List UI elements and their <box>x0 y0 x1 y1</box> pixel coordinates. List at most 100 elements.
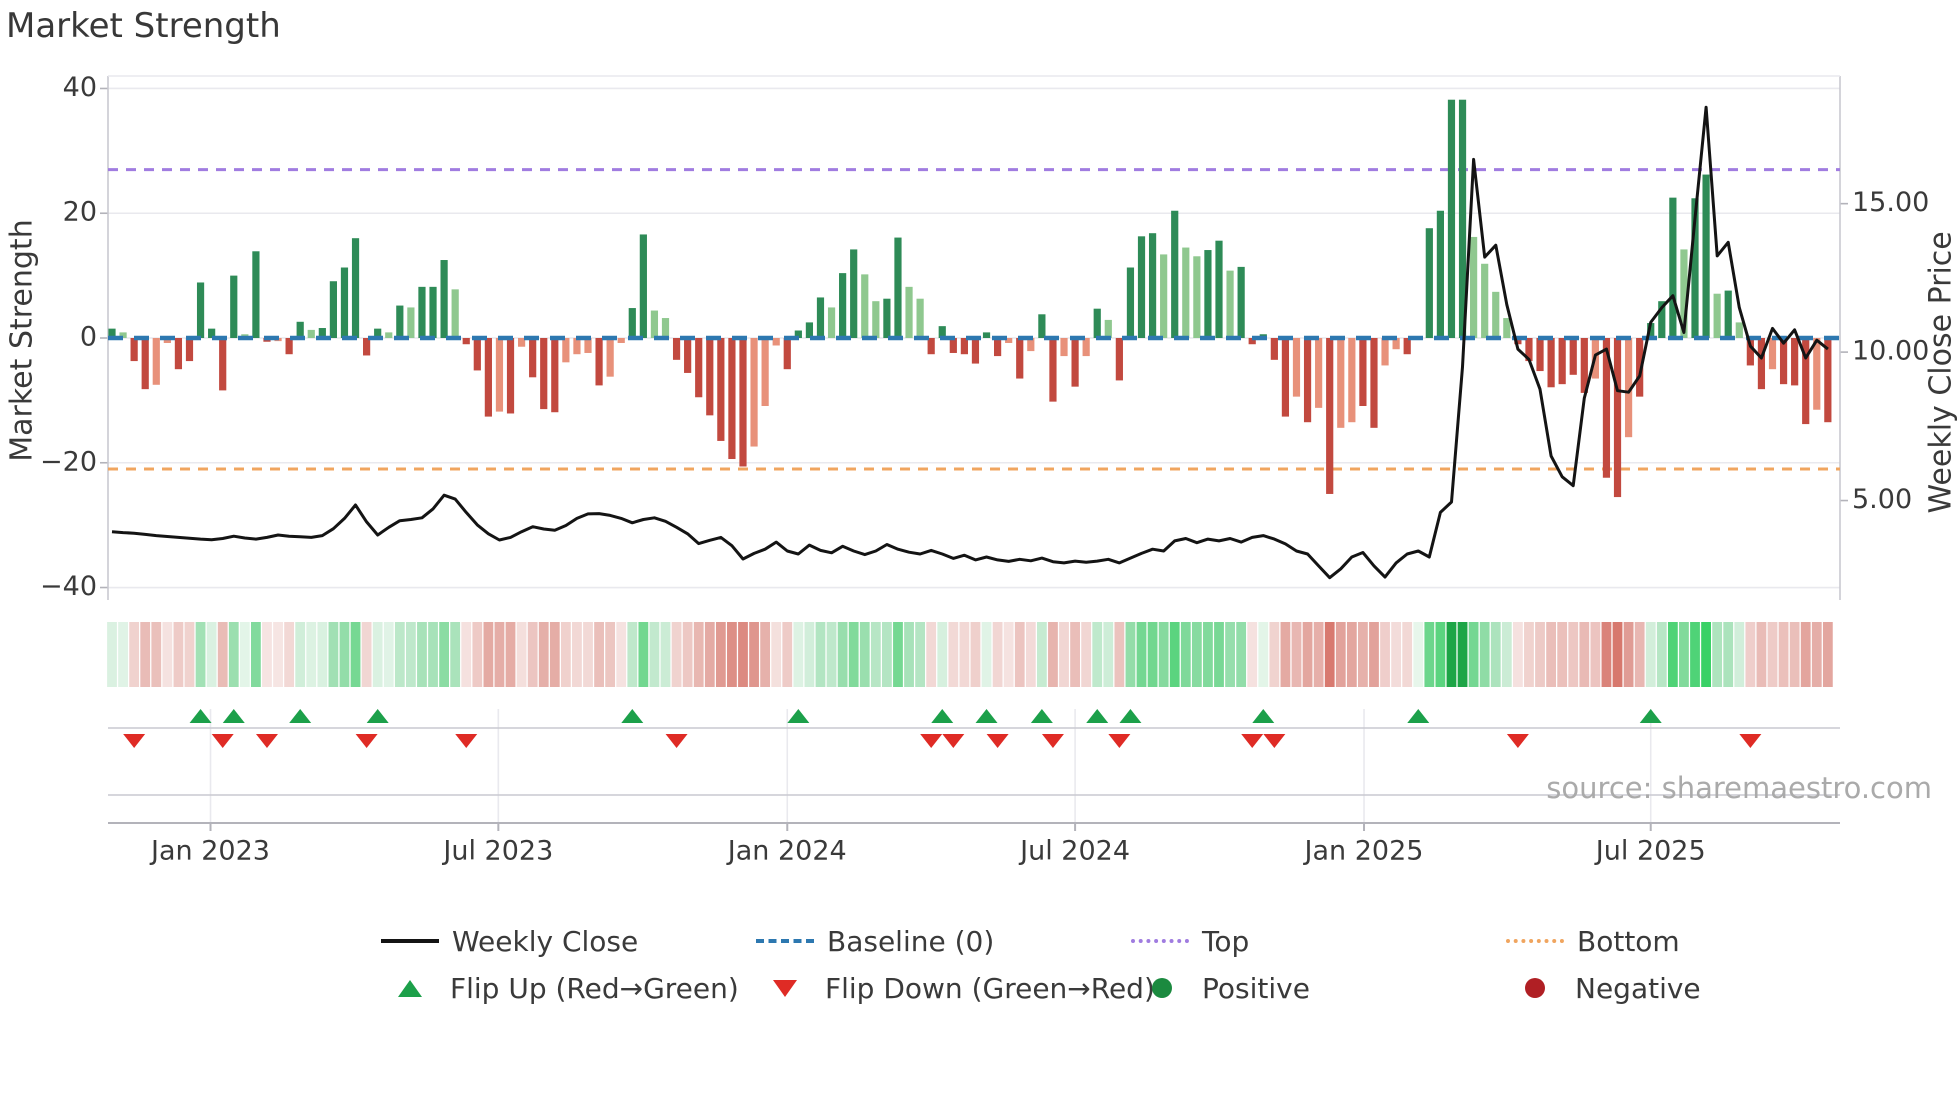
heatmap-cell <box>1358 622 1368 687</box>
strength-bar-positive <box>1182 247 1190 338</box>
heatmap-cell <box>1003 622 1014 687</box>
heatmap-cell <box>184 622 195 687</box>
strength-bar-negative <box>1613 338 1622 498</box>
flip-up-marker <box>189 709 212 723</box>
heatmap-cell <box>1767 622 1778 687</box>
source-note: source: sharemaestro.com <box>1546 771 1932 805</box>
legend-label: Top <box>1202 924 1250 958</box>
left-axis-label: Market Strength <box>4 219 40 462</box>
heatmap-cell <box>1081 622 1092 687</box>
heatmap-cell <box>627 622 638 687</box>
heatmap-cell <box>317 622 328 687</box>
heatmap-cell <box>1402 622 1413 687</box>
top-line-swatch-icon <box>1131 939 1189 943</box>
strength-bar-negative <box>1824 338 1832 423</box>
strength-bar-positive <box>307 329 315 338</box>
heatmap-cell <box>1324 622 1335 687</box>
strength-bar-negative <box>1082 338 1090 357</box>
heatmap-cell <box>649 622 660 687</box>
x-tick-label: Jul 2025 <box>1594 836 1706 867</box>
strength-bar-positive <box>982 332 991 338</box>
strength-bar-negative <box>462 338 470 345</box>
flip-down-marker <box>211 734 234 748</box>
strength-bar-negative <box>1791 338 1799 386</box>
strength-bar-negative <box>1569 338 1577 375</box>
flip-up-marker <box>975 709 998 723</box>
strength-bar-positive <box>850 249 858 338</box>
heatmap-cell <box>671 622 682 687</box>
strength-bar-negative <box>285 338 293 355</box>
heatmap-cell <box>1568 622 1579 687</box>
flip-up-marker <box>1252 709 1275 723</box>
heatmap-cell <box>173 622 184 687</box>
strength-bar-positive <box>1447 99 1456 338</box>
heatmap-cell <box>1424 622 1435 687</box>
flip-down-triangle-icon <box>773 979 797 997</box>
strength-bar-negative <box>506 338 515 414</box>
right-tick-label: 15.00 <box>1852 187 1929 218</box>
strength-bar-positive <box>407 307 415 338</box>
heatmap-cell <box>1690 622 1700 687</box>
strength-bar-negative <box>606 338 614 377</box>
strength-bar-negative <box>927 338 935 355</box>
heatmap-cell <box>915 622 926 687</box>
strength-bar-negative <box>573 338 581 355</box>
strength-bar-positive <box>1669 197 1677 338</box>
heatmap-cell <box>1380 622 1390 687</box>
heatmap-cell <box>450 622 461 687</box>
strength-bar-negative <box>1558 338 1566 385</box>
heatmap-cell <box>848 622 859 687</box>
heatmap-cell <box>217 622 228 687</box>
heatmap-cell <box>1180 622 1191 687</box>
legend-item-positive: Positive <box>1152 972 1310 1005</box>
heatmap-cell <box>1125 622 1136 687</box>
heatmap-cell <box>760 622 771 687</box>
heatmap-cell <box>118 622 128 687</box>
strength-bar-positive <box>429 286 437 338</box>
legend-item-negative: Negative <box>1525 971 1701 1005</box>
heatmap-cell <box>1667 622 1678 687</box>
strength-bar-negative <box>617 338 625 343</box>
legend-label: Negative <box>1575 971 1701 1005</box>
heatmap-cell <box>1557 622 1568 687</box>
page-title: Market Strength <box>6 6 281 46</box>
heatmap-cell <box>1169 622 1180 687</box>
legend-item-top: Top <box>1131 924 1250 958</box>
heatmap-cell <box>372 622 383 687</box>
strength-bar-negative <box>1536 338 1544 372</box>
strength-bar-positive <box>418 286 426 338</box>
strength-bar-positive <box>661 318 670 338</box>
strength-bar-positive <box>340 267 349 338</box>
heatmap-cell <box>583 622 593 687</box>
strength-bar-positive <box>1160 254 1168 338</box>
strength-bar-negative <box>1337 338 1345 428</box>
heatmap-cell <box>771 622 782 687</box>
heatmap-cell <box>1191 622 1202 687</box>
flip-down-marker <box>455 734 478 748</box>
strength-bar-negative <box>750 338 758 447</box>
strength-bar-positive <box>872 301 880 338</box>
strength-bar-positive <box>329 281 337 338</box>
flip-down-marker <box>665 734 688 748</box>
strength-bar-negative <box>174 338 183 370</box>
left-tick-label: 0 <box>80 322 97 353</box>
heatmap-cell <box>1723 622 1734 687</box>
strength-bar-positive <box>1126 267 1135 338</box>
strength-bar-positive <box>1503 318 1511 338</box>
strength-bar-positive <box>196 282 205 338</box>
heatmap-cell <box>1811 622 1822 687</box>
strength-bar-positive <box>1226 270 1234 338</box>
flip-up-marker <box>366 709 389 723</box>
flip-up-marker <box>1639 709 1662 723</box>
strength-bar-negative <box>1348 338 1356 423</box>
strength-bar-positive <box>230 275 238 338</box>
strength-bar-positive <box>1093 308 1101 338</box>
strength-bar-positive <box>296 321 304 338</box>
heatmap-cell <box>405 622 416 687</box>
weekly-close-swatch-icon <box>381 939 439 943</box>
flip-up-marker <box>621 709 644 723</box>
heatmap-cell <box>251 622 261 687</box>
heatmap-cell <box>992 622 1003 687</box>
flip-up-marker <box>787 709 810 723</box>
left-tick-label: 20 <box>63 197 97 228</box>
